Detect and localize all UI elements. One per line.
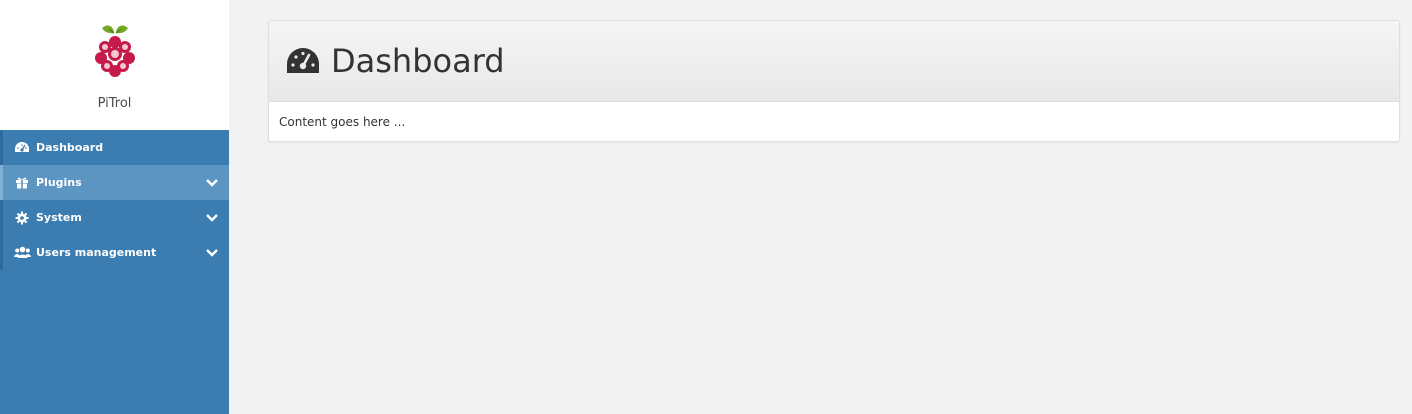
sidebar-item-plugins[interactable]: Plugins [0, 165, 229, 200]
panel-heading: Dashboard [269, 21, 1399, 102]
dashboard-icon [13, 141, 31, 155]
sidebar-nav: Dashboard Plugins System Users managemen… [0, 130, 229, 270]
sidebar-item-dashboard[interactable]: Dashboard [0, 130, 229, 165]
panel-body: Content goes here ... [279, 115, 406, 129]
sidebar: PiTrol Dashboard Plugins System Users ma… [0, 0, 229, 414]
chevron-down-icon [206, 213, 218, 222]
chevron-down-icon [206, 178, 218, 187]
brand-name: PiTrol [97, 96, 132, 111]
sidebar-item-users-management[interactable]: Users management [0, 235, 229, 270]
sidebar-item-label: System [36, 211, 82, 224]
page-title: Dashboard [331, 42, 505, 80]
sidebar-item-system[interactable]: System [0, 200, 229, 235]
dashboard-panel: Dashboard Content goes here ... [268, 20, 1400, 142]
gift-icon [13, 176, 31, 190]
sidebar-item-label: Users management [36, 246, 157, 259]
gear-icon [13, 211, 31, 225]
sidebar-item-label: Dashboard [36, 141, 104, 154]
brand: PiTrol [0, 0, 229, 130]
dashboard-icon [287, 48, 319, 73]
sidebar-item-label: Plugins [36, 176, 82, 189]
raspberry-pi-logo [94, 25, 135, 77]
users-icon [13, 246, 31, 260]
chevron-down-icon [206, 248, 218, 257]
